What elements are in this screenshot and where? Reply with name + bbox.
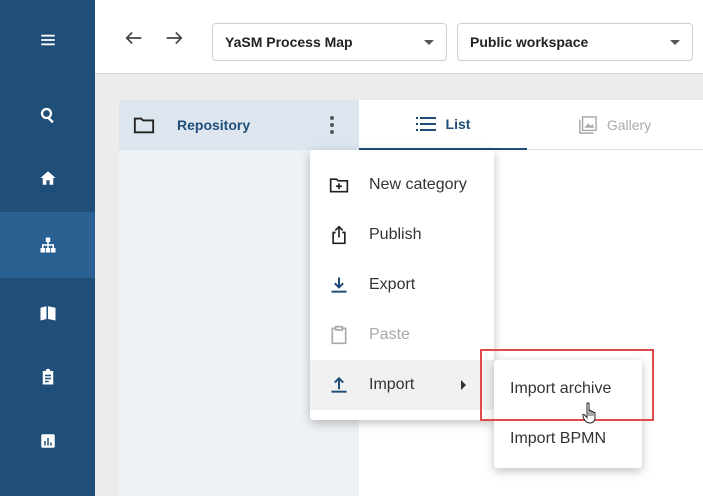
- process-map-button[interactable]: [0, 212, 95, 278]
- clipboard-icon: [42, 368, 53, 385]
- submenu-arrow-icon: [461, 380, 466, 390]
- process-map-select[interactable]: YaSM Process Map: [212, 23, 447, 61]
- tasks-button[interactable]: [0, 344, 95, 410]
- repository-header[interactable]: Repository: [119, 100, 359, 150]
- publish-icon: [329, 225, 349, 245]
- menu-item-paste[interactable]: Paste: [310, 310, 494, 360]
- menu-item-new-category[interactable]: New category: [310, 160, 494, 210]
- hand-cursor-icon: [582, 402, 596, 424]
- workspace-select-value: Public workspace: [470, 34, 589, 50]
- home-button[interactable]: [0, 145, 95, 211]
- report-chart-icon: [40, 434, 55, 448]
- tab-gallery[interactable]: Gallery: [527, 100, 703, 150]
- search-icon: [40, 107, 54, 124]
- menu-item-label: New category: [369, 176, 467, 193]
- forward-button[interactable]: [163, 27, 185, 49]
- menu-item-import[interactable]: Import: [310, 360, 494, 410]
- more-vertical-icon[interactable]: [329, 115, 335, 135]
- search-button[interactable]: [0, 82, 95, 148]
- workspace-select[interactable]: Public workspace: [457, 23, 693, 61]
- repository-label: Repository: [177, 117, 251, 133]
- repository-context-menu: New category Publish Export Paste Import: [310, 150, 494, 420]
- arrow-left-icon: [125, 31, 142, 45]
- tab-list-label: List: [445, 116, 471, 132]
- list-icon: [415, 117, 436, 131]
- paste-icon: [329, 325, 349, 345]
- chevron-down-icon: [670, 40, 680, 45]
- sidebar: [0, 0, 95, 496]
- arrow-right-icon: [166, 31, 183, 45]
- top-bar: YaSM Process Map Public workspace: [95, 0, 703, 74]
- book-icon: [40, 306, 55, 321]
- chevron-down-icon: [424, 40, 434, 45]
- new-folder-icon: [329, 175, 349, 195]
- highlight-box: [480, 349, 654, 421]
- menu-item-export[interactable]: Export: [310, 260, 494, 310]
- submenu-item-label: Import BPMN: [510, 430, 607, 447]
- reports-button[interactable]: [0, 408, 95, 474]
- process-map-select-value: YaSM Process Map: [225, 34, 353, 50]
- menu-item-label: Paste: [369, 326, 410, 343]
- home-icon: [40, 171, 55, 185]
- tab-gallery-label: Gallery: [606, 116, 652, 133]
- import-icon: [329, 375, 349, 395]
- menu-icon: [40, 34, 55, 46]
- submenu-item-import-bpmn[interactable]: Import BPMN: [494, 414, 642, 464]
- back-button[interactable]: [123, 27, 145, 49]
- menu-item-publish[interactable]: Publish: [310, 210, 494, 260]
- gallery-icon: [578, 115, 597, 134]
- tab-list[interactable]: List: [359, 100, 527, 150]
- menu-item-label: Publish: [369, 226, 422, 243]
- menu-item-label: Import: [369, 376, 415, 393]
- menu-item-label: Export: [369, 276, 416, 293]
- folder-icon: [133, 117, 155, 134]
- menu-button[interactable]: [0, 7, 95, 73]
- library-button[interactable]: [0, 280, 95, 346]
- export-icon: [329, 275, 349, 295]
- process-map-icon: [40, 237, 55, 253]
